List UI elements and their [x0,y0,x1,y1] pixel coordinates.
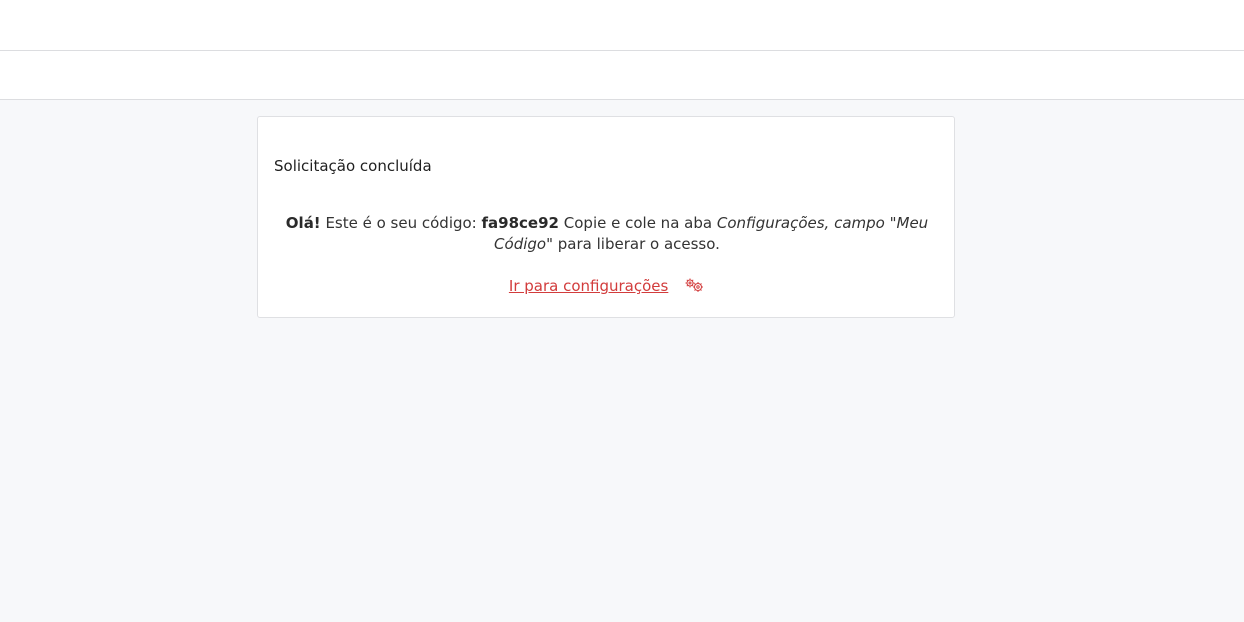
suffix-text: para liberar o acesso. [557,235,720,253]
greeting-text: Olá! [285,214,321,232]
sub-header-bar [0,51,1244,100]
confirmation-card: Solicitação concluída Olá! Este é o seu … [257,116,955,318]
card-title: Solicitação concluída [274,157,432,175]
instruction-text: Copie e cole na aba [563,214,713,232]
settings-link-row: Ir para configurações [258,277,956,295]
top-header-bar [0,0,1244,51]
code-message: Olá! Este é o seu código: fa98ce92 Copie… [282,213,932,255]
gears-icon[interactable] [683,277,705,293]
access-code: fa98ce92 [481,214,559,232]
go-to-settings-link[interactable]: Ir para configurações [509,277,668,295]
intro-text: Este é o seu código: [325,214,477,232]
